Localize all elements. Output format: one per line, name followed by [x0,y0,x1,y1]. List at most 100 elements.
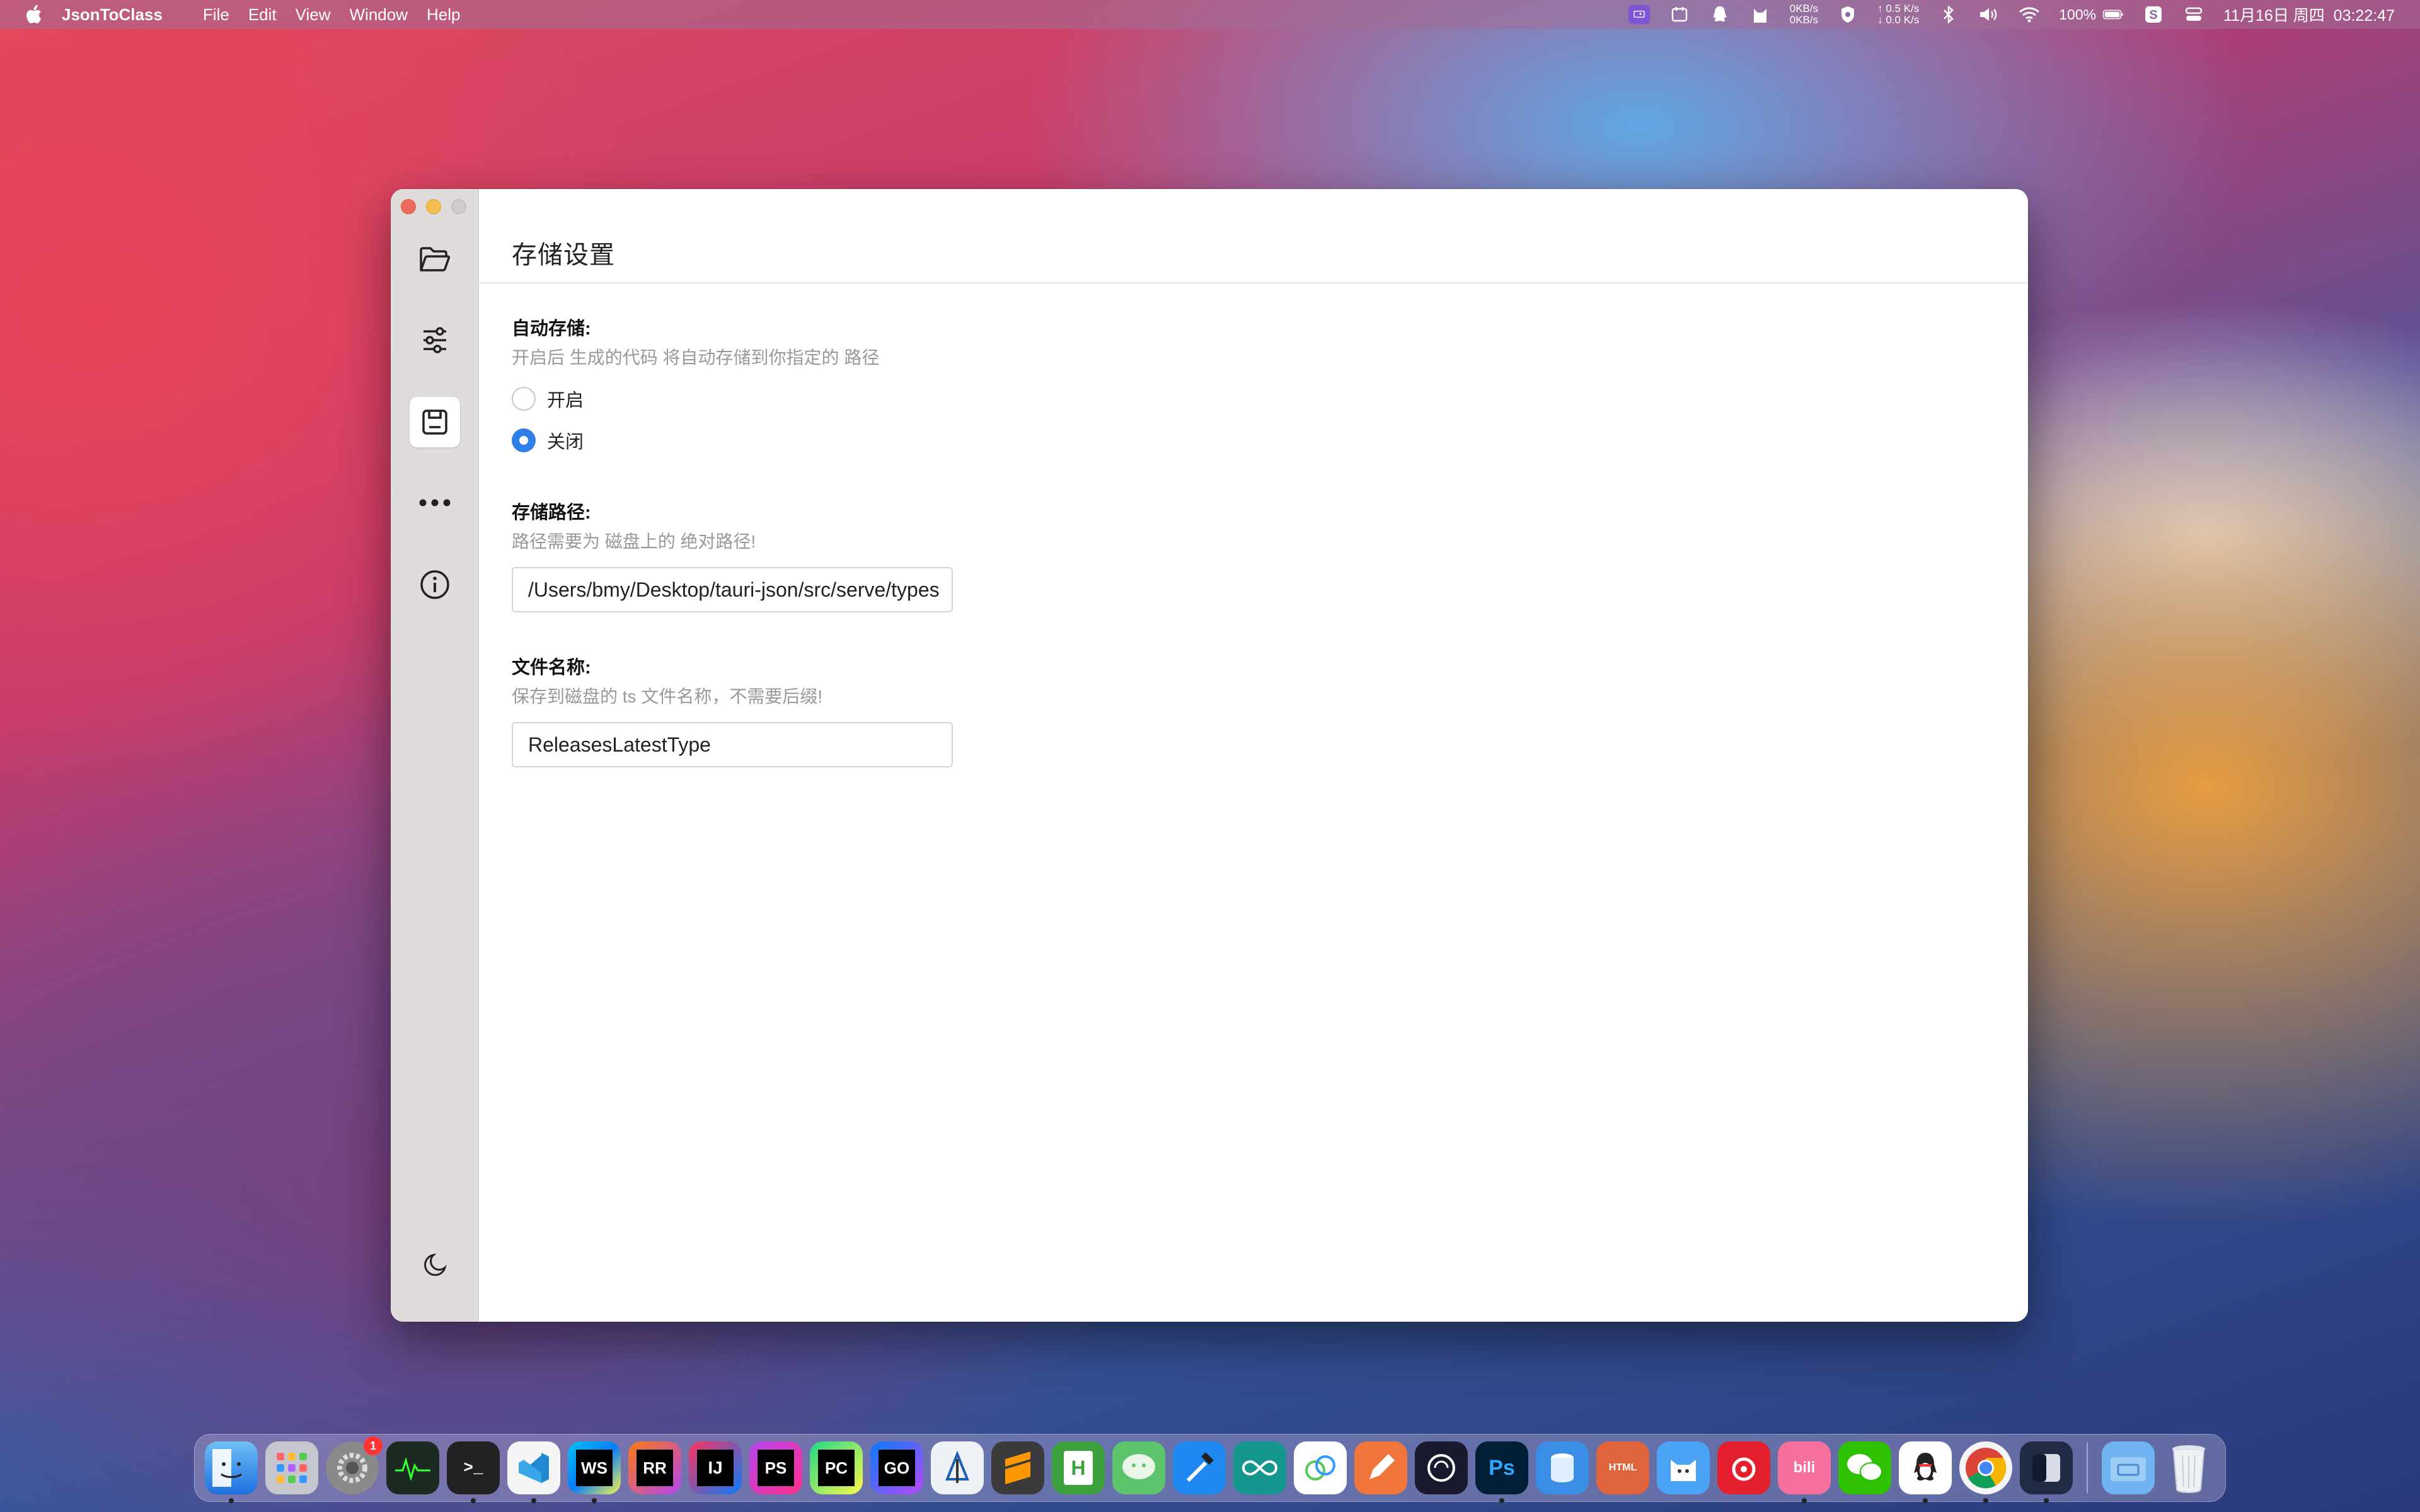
dock-app-sketch[interactable] [1354,1441,1407,1494]
dock-app-nova[interactable] [1294,1441,1347,1494]
sublime-icon [1005,1452,1030,1484]
screen-share-icon[interactable] [1628,5,1650,24]
sidebar-item-settings[interactable] [410,315,460,365]
dock-app-activity-monitor[interactable] [386,1441,439,1494]
sidebar-item-storage[interactable] [410,397,460,447]
dock-app-chrome[interactable] [1959,1441,2012,1503]
infinity-icon [1242,1460,1278,1476]
dock-app-rustrover[interactable]: RR [628,1441,681,1494]
pen-icon [1369,1454,1395,1479]
datetime-text[interactable]: 11月16日 周四 03:22:47 [2223,3,2395,26]
dock-app-sublime[interactable] [991,1441,1044,1494]
hbuilder-label: H [1064,1451,1093,1485]
dock-app-chatgpt[interactable] [1415,1441,1468,1494]
sidebar-item-folder[interactable] [410,234,460,285]
window-icon [2032,1454,2060,1482]
menu-edit[interactable]: Edit [248,5,277,25]
radio-on[interactable] [512,387,536,411]
trash-icon [2172,1445,2205,1493]
menu-bar: JsonToClass File Edit View Window Help 0… [0,0,2420,29]
sougou-icon[interactable]: S [2143,5,2164,24]
chatgpt-icon [1427,1454,1455,1482]
phpstorm-label: PS [758,1450,794,1486]
notification-badge: 1 [364,1436,383,1455]
chrome-icon [1966,1448,2007,1489]
dock-app-wechat-dev[interactable] [1112,1441,1165,1494]
volume-icon[interactable] [1978,5,2000,24]
auto-save-group: 自动存储: 开启后 生成的代码 将自动存储到你指定的 路径 开启 关闭 [512,314,2028,454]
dock-app-wechat[interactable] [1838,1441,1891,1494]
save-path-label: 存储路径: [512,503,591,523]
theme-toggle-button[interactable] [410,1240,460,1290]
dock-app-db-tool[interactable] [1536,1441,1589,1494]
dock-app-webstorm[interactable]: WS [568,1441,621,1503]
save-path-group: 存储路径: 路径需要为 磁盘上的 绝对路径! /Users/bmy/Deskto… [512,498,2028,612]
dock-app-vscode[interactable] [507,1441,560,1503]
penguin-icon [1914,1453,1937,1480]
dock-app-downloads-folder[interactable] [2102,1441,2155,1494]
menu-help[interactable]: Help [427,5,460,25]
dock-app-cat[interactable] [1657,1441,1710,1494]
dock-app-goland[interactable]: GO [870,1441,923,1494]
bluetooth-icon[interactable] [1938,5,1959,24]
dock-app-netease-music[interactable] [1717,1441,1770,1494]
cat-status-icon[interactable] [1749,5,1771,24]
menu-view[interactable]: View [296,5,331,25]
folder-icon [420,247,451,272]
dock-app-trash[interactable] [2162,1441,2215,1494]
dock-app-system-preferences[interactable]: 1 [326,1436,383,1494]
page-header: 存储设置 [479,189,2028,284]
file-name-input[interactable]: ReleasesLatestType [512,722,953,767]
dock-app-hbuilder[interactable]: H [1052,1441,1105,1494]
net-speed-detail: ↑ 0.5 K/s ↓ 0.0 K/s [1877,3,1919,26]
dock-app-arduino[interactable] [1233,1441,1286,1494]
dock-app-bilibili[interactable]: bili [1778,1441,1831,1503]
sidebar-item-about[interactable] [410,559,460,610]
zoom-window-button[interactable] [451,199,466,214]
webstorm-label: WS [576,1450,613,1486]
vscode-icon [519,1453,549,1483]
battery-text: 100% [2059,6,2097,23]
dock-app-pycharm[interactable]: PC [810,1441,863,1494]
minimize-window-button[interactable] [426,199,441,214]
menu-window[interactable]: Window [350,5,408,25]
menu-app-name[interactable]: JsonToClass [62,5,163,25]
save-icon [422,410,447,435]
dock-app-instruments[interactable] [931,1441,984,1494]
radio-off[interactable] [512,428,536,452]
dock-app-terminal[interactable]: >_ [447,1441,500,1503]
dock-app-qq[interactable] [1899,1441,1952,1503]
sidebar-item-more[interactable] [410,478,460,528]
cat-icon [1671,1460,1696,1481]
dock-app-html[interactable]: HTML [1596,1441,1649,1494]
activity-icon [395,1457,430,1480]
radio-on-label: 开启 [547,391,584,411]
apple-icon[interactable] [25,5,43,24]
wifi-icon[interactable] [2019,5,2040,24]
finder-icon [212,1449,242,1487]
shield-status-icon[interactable] [1837,5,1858,24]
control-center-icon[interactable] [2183,5,2204,24]
dock-app-xcode[interactable] [1173,1441,1226,1494]
radio-option-on[interactable]: 开启 [512,386,2028,412]
dock-app-phpstorm[interactable]: PS [749,1441,802,1494]
music-icon [1732,1457,1756,1481]
battery-icon[interactable] [2102,5,2124,24]
net-speed-total: 0KB/s 0KB/s [1790,3,1818,26]
dock-app-photoshop[interactable]: Ps [1475,1441,1528,1503]
photoshop-label: Ps [1489,1455,1515,1480]
save-path-desc: 路径需要为 磁盘上的 绝对路径! [512,532,756,551]
calendar-icon[interactable] [1669,5,1690,24]
save-path-input[interactable]: /Users/bmy/Desktop/tauri-json/src/serve/… [512,567,953,612]
more-icon [419,499,451,507]
dock-app-finder[interactable] [205,1441,258,1503]
radio-option-off[interactable]: 关闭 [512,427,2028,454]
qq-status-icon[interactable] [1709,5,1731,24]
dock-app-screen[interactable] [2020,1441,2073,1503]
menu-file[interactable]: File [203,5,229,25]
settings-form: 自动存储: 开启后 生成的代码 将自动存储到你指定的 路径 开启 关闭 存储路径… [479,284,2028,767]
dock-app-intellij[interactable]: IJ [689,1441,742,1494]
dock: 1 >_ WS RR IJ PS PC GO H Ps HTML bili [194,1434,2226,1503]
dock-app-launchpad[interactable] [265,1441,318,1494]
close-window-button[interactable] [401,199,416,214]
